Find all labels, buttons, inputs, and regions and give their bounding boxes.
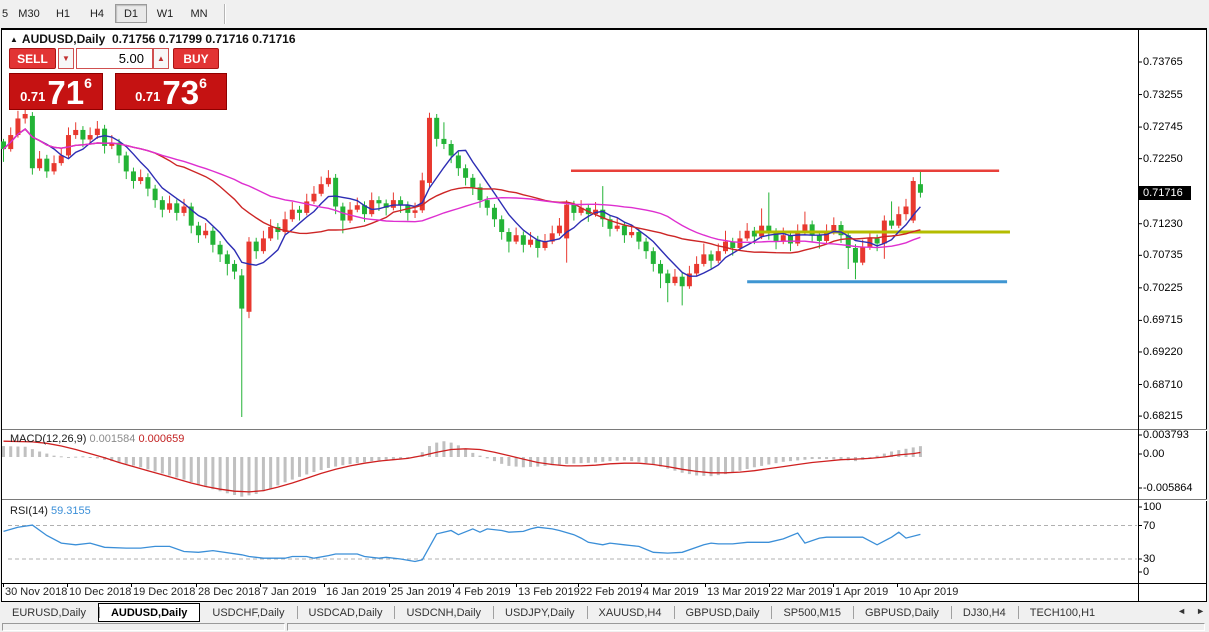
buy-price-big: 73: [162, 74, 200, 111]
chart-tab-dj30-h4[interactable]: DJ30,H4: [950, 603, 1018, 622]
price-axis-label: 0.68215: [1143, 410, 1183, 423]
sell-price-sup: 6: [84, 75, 92, 91]
price-axis-label: 0.68710: [1143, 378, 1183, 391]
status-bar: [0, 622, 1209, 632]
volume-increase-button[interactable]: ▲: [153, 48, 169, 69]
current-price-label: 0.71716: [1139, 185, 1191, 200]
date-axis-label: 13 Feb 2019: [518, 586, 580, 598]
sell-price-big: 71: [47, 74, 85, 111]
macd-axis-label: -0.005864: [1143, 482, 1193, 494]
chart-tab-xauusd-h4[interactable]: XAUUSD,H4: [586, 603, 674, 622]
date-axis-label: 16 Jan 2019: [326, 586, 387, 598]
date-axis-label: 10 Dec 2018: [69, 586, 132, 598]
rsi-axis-label: 30: [1143, 553, 1156, 565]
date-axis-label: 22 Mar 2019: [771, 586, 833, 598]
ohlc-low: 0.71716: [205, 32, 249, 46]
tab-scroll-left-button[interactable]: ◄: [1177, 606, 1186, 616]
buy-price-prefix: 0.71: [135, 89, 161, 104]
macd-main-value: 0.001584: [89, 433, 136, 445]
buy-price-display[interactable]: 0.71 73 6: [115, 73, 227, 110]
sell-price-prefix: 0.71: [20, 89, 46, 104]
chevron-down-icon: ▼: [62, 54, 70, 63]
chart-tab-usdcad-daily[interactable]: USDCAD,Daily: [296, 603, 395, 622]
chart-tab-eurusd-daily[interactable]: EURUSD,Daily: [0, 603, 98, 622]
timeframe-toolbar: 5 M30 H1 H4 D1 W1 MN: [0, 0, 1209, 27]
timeframe-button-H1[interactable]: H1: [47, 4, 79, 23]
macd-title-label: MACD(12,26,9): [10, 433, 87, 445]
tab-scroll-arrows: ◄ ►: [1177, 606, 1205, 616]
timeframe-button-5[interactable]: 5: [1, 4, 11, 23]
volume-input[interactable]: 5.00: [76, 48, 153, 69]
price-axis-label: 0.73765: [1143, 56, 1183, 68]
timeframe-button-W1[interactable]: W1: [149, 4, 181, 23]
date-axis-label: 1 Apr 2019: [835, 586, 889, 598]
one-click-trading-panel: SELL ▼ 5.00 ▲ BUY 0.71 71 6 0.71 73 6: [9, 48, 229, 110]
price-axis-label: 0.72250: [1143, 152, 1183, 165]
chart-tab-tech100-h1[interactable]: TECH100,H1: [1017, 603, 1107, 622]
date-axis-label: 30 Nov 2018: [5, 586, 68, 598]
chart-tab-audusd-daily[interactable]: AUDUSD,Daily: [97, 603, 201, 622]
chart-tab-bar: EURUSD,Daily AUDUSD,Daily USDCHF,Daily USDC…: [0, 603, 1209, 622]
sell-price-display[interactable]: 0.71 71 6: [9, 73, 103, 110]
date-axis-label: 4 Feb 2019: [455, 586, 511, 598]
ohlc-open: 0.71756: [111, 32, 156, 46]
toolbar-separator: [224, 3, 226, 24]
rsi-axis-label: 70: [1143, 519, 1156, 532]
buy-button[interactable]: BUY: [173, 48, 219, 69]
sell-button[interactable]: SELL: [9, 48, 56, 69]
price-axis-label: 0.72745: [1143, 121, 1183, 134]
chart-tab-usdcnh-daily[interactable]: USDCNH,Daily: [394, 603, 493, 622]
expand-indicator-icon[interactable]: ▲: [10, 35, 18, 44]
timeframe-button-D1[interactable]: D1: [115, 4, 147, 23]
date-axis-label: 19 Dec 2018: [133, 586, 196, 598]
price-axis-label: 0.70735: [1143, 249, 1183, 262]
macd-signal-value: 0.000659: [138, 433, 185, 445]
chart-canvas[interactable]: [2, 30, 1137, 583]
date-axis-label: 28 Dec 2018: [198, 586, 261, 598]
timeframe-button-H4[interactable]: H4: [81, 4, 113, 23]
chart-tab-sp500-m15[interactable]: SP500,M15: [771, 603, 852, 622]
ohlc-high: 0.71799: [158, 32, 203, 46]
status-cell-left: [2, 623, 285, 631]
date-axis-label: 22 Feb 2019: [580, 586, 642, 598]
chart-header: ▲ AUDUSD,Daily 0.71756 0.71799 0.71716 0.…: [10, 32, 296, 46]
chart-tab-gbpusd-daily[interactable]: GBPUSD,Daily: [852, 603, 951, 622]
date-axis-label: 25 Jan 2019: [391, 586, 452, 598]
tab-scroll-right-button[interactable]: ►: [1196, 606, 1205, 616]
rsi-title-label: RSI(14): [10, 505, 48, 517]
timeframe-button-MN[interactable]: MN: [183, 4, 215, 23]
rsi-axis-label: 0: [1143, 566, 1150, 578]
rsi-value: 59.3155: [50, 505, 91, 517]
chart-tab-usdchf-daily[interactable]: USDCHF,Daily: [200, 603, 296, 622]
price-axis-label: 0.73255: [1143, 88, 1183, 101]
buy-price-sup: 6: [199, 75, 207, 91]
chart-tab-gbpusd-daily[interactable]: GBPUSD,Daily: [673, 603, 772, 622]
price-axis-label: 0.71230: [1143, 217, 1183, 230]
macd-axis-label: 0.003793: [1143, 429, 1189, 441]
timeframe-button-M30[interactable]: M30: [13, 4, 45, 23]
macd-panel-title: MACD(12,26,9) 0.001584 0.000659: [10, 433, 184, 445]
volume-decrease-button[interactable]: ▼: [58, 48, 74, 69]
status-cell-right: [287, 623, 1205, 631]
chart-symbol-label: AUDUSD,Daily: [21, 32, 106, 46]
date-axis-label: 10 Apr 2019: [899, 586, 959, 598]
price-axis-label: 0.69715: [1143, 314, 1183, 327]
date-axis-label: 7 Jan 2019: [262, 586, 317, 598]
price-axis-label: 0.69220: [1143, 345, 1183, 358]
macd-axis-label: 0.00: [1143, 448, 1165, 460]
date-axis-label: 4 Mar 2019: [643, 586, 699, 598]
rsi-axis-label: 100: [1143, 501, 1162, 513]
chevron-up-icon: ▲: [157, 54, 165, 63]
chart-tab-usdjpy-daily[interactable]: USDJPY,Daily: [493, 603, 587, 622]
price-axis-label: 0.70225: [1143, 281, 1183, 294]
rsi-panel-title: RSI(14) 59.3155: [10, 505, 91, 517]
ohlc-close: 0.71716: [252, 32, 296, 46]
date-axis-label: 13 Mar 2019: [707, 586, 769, 598]
